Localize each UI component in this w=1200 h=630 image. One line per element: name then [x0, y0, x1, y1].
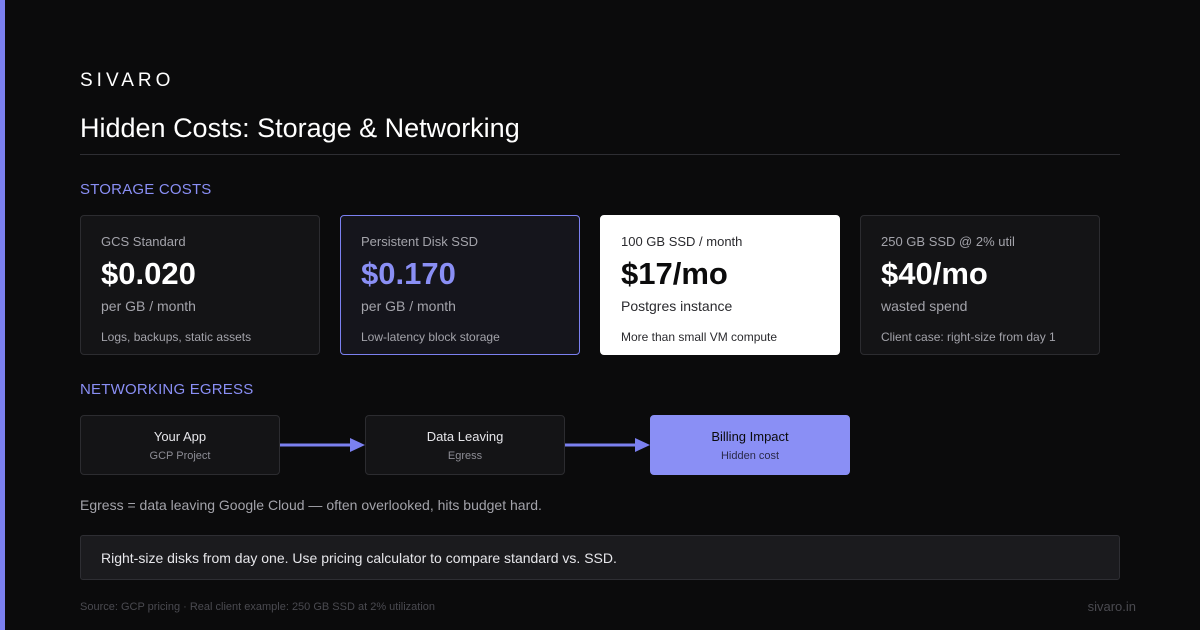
egress-note: Egress = data leaving Google Cloud — oft… — [80, 497, 542, 513]
card-label: Persistent Disk SSD — [361, 234, 479, 249]
card-label: 100 GB SSD / month — [621, 234, 743, 249]
flow-arrow-icon — [565, 438, 650, 452]
flow-step-title: Your App — [153, 429, 207, 444]
accent-bar — [0, 0, 5, 630]
flow-step-subtitle: Egress — [447, 450, 483, 462]
card-unit: per GB / month — [101, 298, 196, 315]
card-label: 250 GB SSD @ 2% util — [881, 234, 1015, 249]
card-note: Client case: right-size from day 1 — [881, 330, 1056, 345]
flow-arrow-icon — [280, 438, 365, 452]
flow-step-billing-impact: Billing Impact Hidden cost — [650, 415, 850, 475]
section-label-storage: STORAGE COSTS — [80, 181, 212, 198]
card-note: Low-latency block storage — [361, 330, 500, 345]
storage-card-gcs-standard: GCS Standard $0.020 per GB / month Logs,… — [80, 215, 320, 355]
card-note: Logs, backups, static assets — [101, 330, 252, 345]
flow-step-title: Data Leaving — [426, 429, 504, 444]
card-unit: per GB / month — [361, 298, 456, 315]
page-title: Hidden Costs: Storage & Networking — [80, 113, 520, 143]
flow-step-your-app: Your App GCP Project — [80, 415, 280, 475]
flow-step-title: Billing Impact — [711, 429, 789, 444]
site-link[interactable]: sivaro.in — [1088, 599, 1136, 614]
callout-box: Right-size disks from day one. Use prici… — [80, 535, 1120, 580]
card-unit: wasted spend — [881, 298, 968, 315]
source-footnote: Source: GCP pricing · Real client exampl… — [80, 601, 436, 613]
card-label: GCS Standard — [101, 234, 186, 249]
card-value: $40/mo — [881, 256, 988, 291]
brand-logo: SIVARO — [80, 70, 175, 91]
storage-card-persistent-disk-ssd: Persistent Disk SSD $0.170 per GB / mont… — [340, 215, 580, 355]
flow-step-subtitle: Hidden cost — [720, 450, 780, 462]
section-label-egress: NETWORKING EGRESS — [80, 381, 254, 398]
card-value: $0.170 — [361, 256, 456, 291]
card-note: More than small VM compute — [621, 330, 778, 345]
flow-step-subtitle: GCP Project — [149, 450, 211, 462]
title-divider — [80, 154, 1120, 155]
flow-step-data-leaving: Data Leaving Egress — [365, 415, 565, 475]
slide: SIVARO Hidden Costs: Storage & Networkin… — [0, 0, 1200, 630]
card-value: $17/mo — [621, 256, 728, 291]
card-value: $0.020 — [101, 256, 196, 291]
card-unit: Postgres instance — [621, 298, 733, 315]
storage-card-250gb-ssd: 250 GB SSD @ 2% util $40/mo wasted spend… — [860, 215, 1100, 355]
storage-card-100gb-ssd: 100 GB SSD / month $17/mo Postgres insta… — [600, 215, 840, 355]
